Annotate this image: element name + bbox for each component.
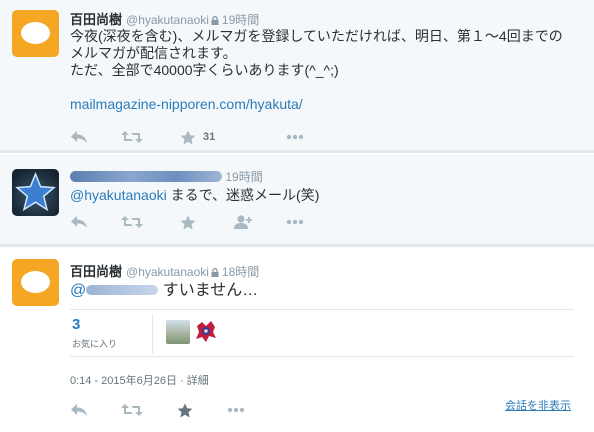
tweet-header: 19時間 bbox=[70, 168, 263, 185]
more-button[interactable] bbox=[227, 401, 245, 419]
tweet-text: @ すいません… bbox=[70, 281, 258, 301]
reply-button[interactable] bbox=[70, 128, 88, 146]
favorite-button[interactable] bbox=[180, 213, 196, 231]
tweet-text-content: すいません… bbox=[158, 282, 259, 299]
tweet-text-line: 今夜(深夜を含む)、メルマガを登録していただければ、明日、第１～4回までの bbox=[70, 28, 563, 44]
tweet-time[interactable]: 18時間 bbox=[222, 265, 259, 279]
retweet-icon bbox=[121, 216, 143, 228]
tweet-header: 百田尚樹 @hyakutanaoki 19時間 bbox=[70, 9, 259, 28]
star-avatar-icon bbox=[15, 172, 56, 212]
tweet-timestamp[interactable]: 0:14 - 2015年6月26日 · 詳細 bbox=[70, 372, 209, 388]
mention-prefix: @ bbox=[70, 282, 87, 299]
author-name[interactable]: 百田尚樹 bbox=[70, 12, 122, 27]
reply-icon bbox=[71, 216, 87, 228]
author-name[interactable]: 百田尚樹 bbox=[70, 264, 122, 279]
mention-link[interactable]: @hyakutanaoki bbox=[70, 187, 167, 203]
egg-avatar[interactable] bbox=[12, 259, 59, 306]
more-icon bbox=[286, 219, 304, 225]
favorites-label: お気に入り bbox=[72, 339, 118, 349]
tweet-time[interactable]: 19時間 bbox=[225, 170, 262, 184]
more-button[interactable] bbox=[286, 213, 304, 231]
reply-icon bbox=[71, 404, 87, 416]
character-avatar-icon bbox=[194, 320, 218, 344]
favorite-button[interactable]: 31 bbox=[180, 128, 215, 146]
favoriter-avatar[interactable] bbox=[166, 320, 190, 344]
tweet-text: 今夜(深夜を含む)、メルマガを登録していただければ、明日、第１～4回までの メル… bbox=[70, 28, 563, 113]
reply-button[interactable] bbox=[70, 401, 88, 419]
retweet-button[interactable] bbox=[121, 128, 143, 146]
egg-avatar[interactable] bbox=[12, 10, 59, 57]
mention-link[interactable]: @ bbox=[70, 282, 159, 299]
author-handle[interactable]: @hyakutanaoki bbox=[126, 13, 209, 27]
reply-icon bbox=[71, 131, 87, 143]
more-icon bbox=[286, 134, 304, 140]
tweet-1[interactable]: 百田尚樹 @hyakutanaoki 19時間 今夜(深夜を含む)、メルマガを登録し… bbox=[0, 0, 594, 153]
star-icon bbox=[180, 215, 196, 229]
tweet-2[interactable]: 19時間 @hyakutanaoki まるで、迷惑メール(笑) bbox=[0, 155, 594, 247]
follow-button[interactable] bbox=[233, 213, 253, 231]
tweet-stats: 3 お気に入り bbox=[70, 309, 574, 357]
lock-icon bbox=[211, 268, 219, 277]
tweet-link[interactable]: mailmagazine-nipporen.com/hyakuta/ bbox=[70, 96, 563, 113]
retweet-icon bbox=[121, 131, 143, 143]
tweet-text: @hyakutanaoki まるで、迷惑メール(笑) bbox=[70, 187, 319, 204]
retweet-button[interactable] bbox=[121, 401, 143, 419]
tweet-text-line: メルマガが配信されます。 bbox=[70, 45, 237, 61]
more-button[interactable] bbox=[286, 128, 304, 146]
redacted-author-name[interactable] bbox=[70, 171, 222, 182]
star-icon bbox=[177, 403, 193, 417]
hide-conversation-link[interactable]: 会話を非表示 bbox=[505, 397, 571, 413]
redacted-mention bbox=[86, 285, 159, 295]
favorite-count: 31 bbox=[203, 131, 216, 143]
blue-star-avatar[interactable] bbox=[12, 169, 59, 216]
retweet-icon bbox=[121, 404, 143, 416]
favoriter-avatar[interactable] bbox=[194, 320, 218, 344]
tweet-header: 百田尚樹 @hyakutanaoki 18時間 bbox=[70, 261, 259, 280]
favorite-button[interactable] bbox=[177, 401, 193, 419]
tweet-text-content: まるで、迷惑メール(笑) bbox=[166, 187, 320, 203]
follow-icon bbox=[234, 214, 252, 229]
tweet-time[interactable]: 19時間 bbox=[222, 13, 259, 27]
reply-button[interactable] bbox=[70, 213, 88, 231]
star-icon bbox=[180, 130, 196, 144]
tweet-3-expanded[interactable]: 百田尚樹 @hyakutanaoki 18時間 @ すいません… 3 お気に入り 0… bbox=[0, 249, 594, 432]
lock-icon bbox=[211, 16, 219, 25]
author-handle[interactable]: @hyakutanaoki bbox=[126, 265, 209, 279]
retweet-button[interactable] bbox=[121, 213, 143, 231]
stats-divider bbox=[152, 314, 153, 354]
more-icon bbox=[227, 407, 245, 413]
favorites-count[interactable]: 3 bbox=[72, 316, 80, 333]
tweet-text-line: ただ、全部で40000字くらいあります(^_^;) bbox=[70, 62, 339, 78]
